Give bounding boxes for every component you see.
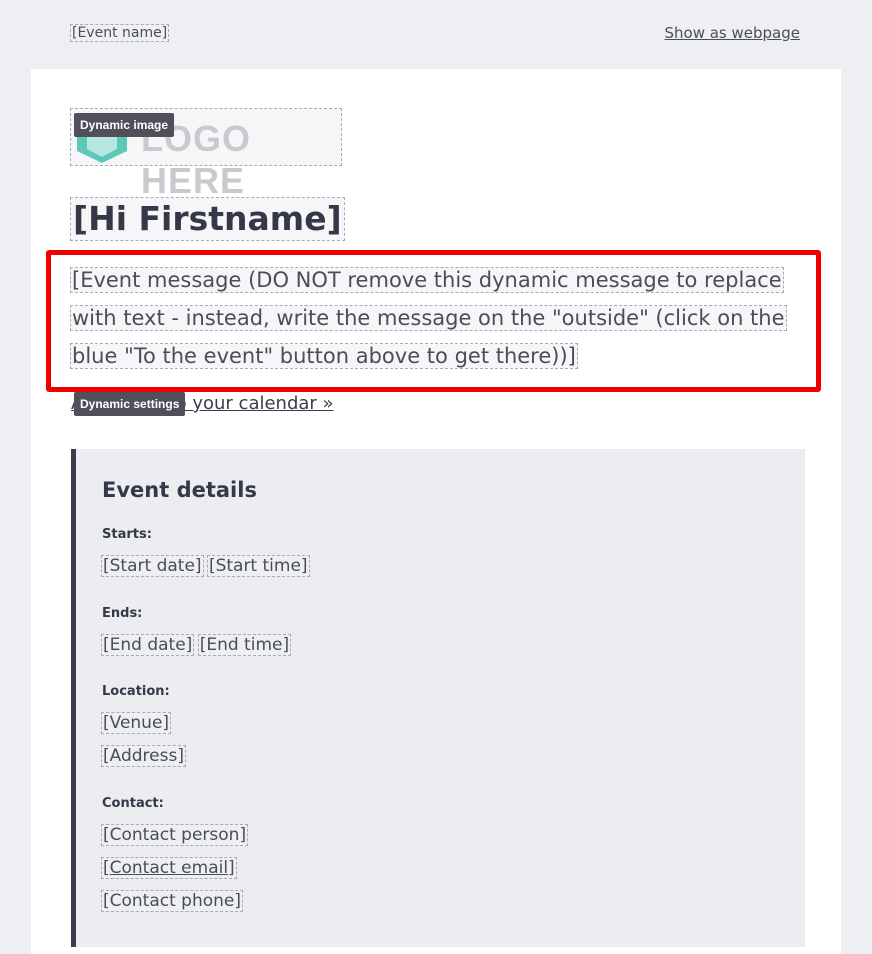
contact-person-value: [Contact person] bbox=[100, 824, 249, 846]
event-name-placeholder[interactable]: [Event name] bbox=[69, 24, 170, 42]
starts-label: Starts: bbox=[102, 527, 152, 542]
start-time-placeholder[interactable]: [Start time] bbox=[206, 555, 310, 577]
email-header: [Event name] Show as webpage bbox=[0, 0, 872, 69]
greeting-heading[interactable]: [Hi Firstname] bbox=[70, 197, 345, 241]
end-time-placeholder[interactable]: [End time] bbox=[197, 634, 292, 656]
ends-label: Ends: bbox=[102, 606, 143, 621]
event-message-line: blue "To the event" button above to get … bbox=[70, 343, 578, 369]
contact-person-placeholder[interactable]: [Contact person] bbox=[100, 824, 249, 846]
event-details-title: Event details bbox=[102, 478, 257, 502]
event-message-line: with text - instead, write the message o… bbox=[70, 305, 787, 331]
start-date-placeholder[interactable]: [Start date] bbox=[101, 555, 204, 577]
location-label: Location: bbox=[102, 684, 170, 699]
event-message-line: [Event message (DO NOT remove this dynam… bbox=[70, 267, 784, 293]
contact-email-value: [Contact email] bbox=[101, 857, 237, 879]
address-placeholder[interactable]: [Address] bbox=[101, 745, 186, 767]
contact-phone-placeholder[interactable]: [Contact phone] bbox=[100, 890, 244, 912]
end-values: [End date] [End time] bbox=[100, 634, 292, 656]
contact-email-placeholder[interactable]: [Contact email] bbox=[101, 857, 237, 879]
dynamic-image-tag[interactable]: Dynamic image bbox=[74, 113, 175, 137]
dynamic-settings-tag[interactable]: Dynamic settings bbox=[74, 392, 186, 416]
venue-value: [Venue] bbox=[100, 712, 172, 734]
address-value: [Address] bbox=[101, 745, 186, 767]
start-values: [Start date] [Start time] bbox=[101, 555, 310, 577]
event-message[interactable]: [Event message (DO NOT remove this dynam… bbox=[70, 261, 801, 375]
email-body: LOGO HERE Dynamic image [Hi Firstname] [… bbox=[31, 69, 841, 954]
end-date-placeholder[interactable]: [End date] bbox=[100, 634, 195, 656]
contact-phone-value: [Contact phone] bbox=[100, 890, 244, 912]
contact-label: Contact: bbox=[102, 796, 164, 811]
event-details-panel: Event details Starts: [Start date] [Star… bbox=[71, 449, 805, 947]
venue-placeholder[interactable]: [Venue] bbox=[100, 712, 172, 734]
show-as-webpage-link[interactable]: Show as webpage bbox=[665, 24, 801, 42]
